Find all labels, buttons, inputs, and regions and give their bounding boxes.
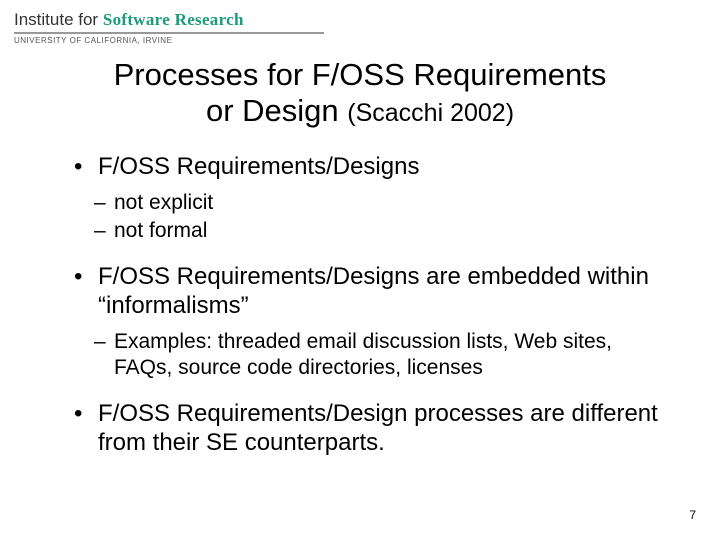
- bullet-1-text: F/OSS Requirements/Designs: [98, 153, 419, 180]
- bullet-3: F/OSS Requirements/Design processes are …: [74, 399, 660, 458]
- title-line-1: Processes for F/OSS Requirements: [60, 57, 660, 93]
- title-citation: (Scacchi 2002): [347, 99, 514, 127]
- main-bullet-list-2: F/OSS Requirements/Designs are embedded …: [60, 262, 660, 321]
- bullet-2-sub-1: Examples: threaded email discussion list…: [94, 329, 660, 382]
- main-bullet-list: F/OSS Requirements/Designs: [60, 152, 660, 181]
- slide-body: Processes for F/OSS Requirements or Desi…: [0, 57, 720, 458]
- bullet-1-sub-1: not explicit: [94, 190, 660, 216]
- page-number: 7: [689, 508, 696, 522]
- institute-logo: Institute for Software Research UNIVERSI…: [0, 0, 720, 45]
- main-bullet-list-3: F/OSS Requirements/Design processes are …: [60, 399, 660, 458]
- bullet-3-text: F/OSS Requirements/Design processes are …: [98, 400, 658, 456]
- title-line-2-main: or Design: [206, 93, 347, 128]
- logo-prefix: Institute for: [14, 10, 103, 29]
- bullet-2-sublist: Examples: threaded email discussion list…: [60, 329, 660, 382]
- bullet-1-sub-2: not formal: [94, 218, 660, 244]
- logo-divider: [14, 32, 324, 34]
- logo-emphasis: Software Research: [103, 10, 244, 29]
- bullet-1-sublist: not explicit not formal: [60, 190, 660, 245]
- slide-title: Processes for F/OSS Requirements or Desi…: [60, 57, 660, 128]
- bullet-2: F/OSS Requirements/Designs are embedded …: [74, 262, 660, 321]
- bullet-1: F/OSS Requirements/Designs: [74, 152, 660, 181]
- logo-subtitle: UNIVERSITY OF CALIFORNIA, IRVINE: [14, 36, 720, 45]
- bullet-2-text: F/OSS Requirements/Designs are embedded …: [98, 263, 649, 319]
- logo-title: Institute for Software Research: [14, 10, 720, 30]
- title-line-2: or Design (Scacchi 2002): [60, 93, 660, 129]
